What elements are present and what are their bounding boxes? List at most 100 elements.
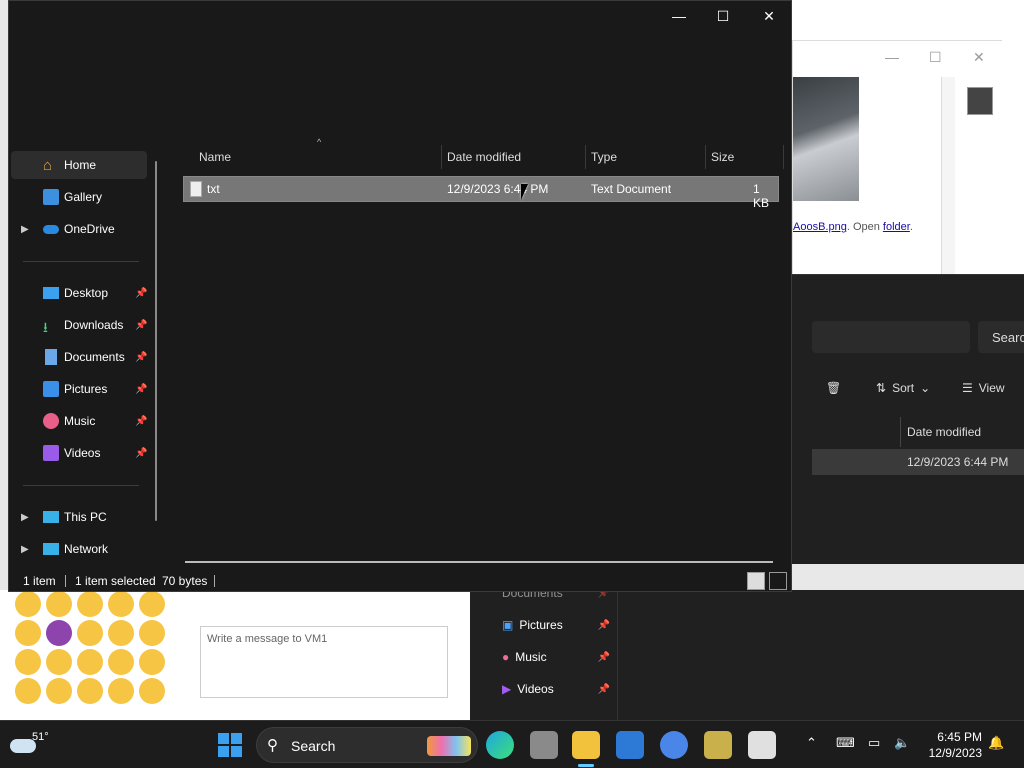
nav-item-videos[interactable]: Videos 📌 [11, 439, 147, 467]
volume-icon[interactable]: 🔈 [894, 735, 910, 751]
minimize-icon[interactable]: — [885, 49, 899, 65]
column-size[interactable]: Size [711, 143, 734, 171]
column-name[interactable]: Name [199, 143, 231, 171]
column-type[interactable]: Type [591, 143, 617, 171]
maximize-button[interactable]: ☐ [703, 5, 743, 29]
emoji-icon[interactable] [108, 591, 134, 617]
horizontal-scrollbar[interactable] [185, 561, 773, 563]
column-date-modified[interactable]: Date modified [447, 143, 521, 171]
chevron-right-icon[interactable]: ▶ [21, 224, 29, 235]
chevron-down-icon: ⌄ [920, 381, 931, 395]
nav-item-home[interactable]: ⌂ Home [11, 151, 147, 179]
chat-message-input[interactable]: Write a message to VM1 [200, 626, 448, 698]
emoji-icon[interactable] [77, 678, 103, 704]
taskbar: 51° ⚲ Search ⌃ ⌨ ▭ 🔈 6:45 PM 12/9/2023 🔔 [0, 720, 1024, 768]
emoji-icon[interactable] [15, 591, 41, 617]
details-view-button[interactable] [747, 572, 765, 590]
start-button[interactable] [218, 733, 242, 757]
navigation-scrollbar[interactable] [155, 161, 157, 521]
image-thumbnail[interactable] [967, 87, 993, 115]
pin-icon[interactable]: 📌 [135, 352, 147, 363]
emoji-icon[interactable] [108, 620, 134, 646]
clock[interactable]: 6:45 PM 12/9/2023 [920, 729, 982, 761]
column-separator[interactable] [783, 145, 784, 169]
maximize-icon[interactable]: ☐ [929, 49, 942, 66]
pin-icon[interactable]: 📌 [135, 288, 147, 299]
background-nav-music[interactable]: ● Music 📌 [502, 650, 610, 664]
sort-button[interactable]: ⇅ Sort ⌄ [876, 381, 930, 395]
chrome-icon[interactable] [660, 731, 688, 759]
emoji-icon[interactable] [77, 591, 103, 617]
nav-item-network[interactable]: ▶ Network [11, 535, 147, 563]
image-file-link[interactable]: AoosB.png [793, 221, 847, 233]
emoji-icon[interactable] [15, 678, 41, 704]
tiles-view-button[interactable] [769, 572, 787, 590]
emoji-icon[interactable] [108, 649, 134, 675]
delete-button[interactable]: 🗑 [826, 381, 841, 395]
file-explorer-icon[interactable] [572, 731, 600, 767]
pictures-icon [43, 381, 59, 397]
keyboard-icon[interactable]: ⌨ [836, 735, 855, 751]
emoji-icon[interactable] [46, 620, 72, 646]
emoji-icon[interactable] [15, 620, 41, 646]
file-row[interactable]: txt 12/9/2023 6:44 PM Text Document 1 KB [183, 176, 779, 210]
chevron-right-icon[interactable]: ▶ [21, 512, 29, 523]
close-icon[interactable]: ✕ [973, 49, 985, 66]
chevron-right-icon[interactable]: ▶ [21, 544, 29, 555]
trash-icon: 🗑 [826, 381, 842, 395]
column-separator[interactable] [705, 145, 706, 169]
title-bar[interactable]: — ☐ ✕ [9, 1, 791, 143]
emoji-icon[interactable] [15, 649, 41, 675]
column-separator[interactable] [585, 145, 586, 169]
background-nav-videos[interactable]: ▶ Videos 📌 [502, 682, 610, 696]
emoji-icon[interactable] [139, 620, 165, 646]
scrollbar[interactable] [941, 77, 955, 277]
chevron-up-icon[interactable]: ⌃ [806, 735, 817, 751]
minimize-button[interactable]: — [659, 5, 699, 29]
status-separator [214, 575, 215, 587]
nav-item-documents[interactable]: Documents 📌 [11, 343, 147, 371]
nav-item-onedrive[interactable]: ▶ OneDrive [11, 215, 147, 243]
text-file-icon [190, 181, 202, 197]
microsoft-store-icon[interactable] [616, 731, 644, 759]
pin-icon[interactable]: 📌 [135, 448, 147, 459]
pin-icon[interactable]: 📌 [135, 384, 147, 395]
background-search-button[interactable]: Searc [978, 321, 1024, 353]
nav-item-gallery[interactable]: Gallery [11, 183, 147, 211]
snipping-tool-icon[interactable] [748, 731, 776, 759]
emoji-icon[interactable] [139, 591, 165, 617]
emoji-icon[interactable] [108, 678, 134, 704]
emoji-icon[interactable] [139, 649, 165, 675]
pin-icon[interactable]: 📌 [135, 416, 147, 427]
nav-item-pictures[interactable]: Pictures 📌 [11, 375, 147, 403]
emoji-icon[interactable] [139, 678, 165, 704]
background-explorer: Searc 🗑 ⇅ Sort ⌄ ☰ View Date modified 12/9/… [792, 274, 1024, 564]
weather-widget[interactable]: 51° [10, 731, 50, 761]
nav-item-desktop[interactable]: Desktop 📌 [11, 279, 147, 307]
background-date-column[interactable]: Date modified [900, 417, 1024, 447]
app-icon[interactable] [704, 731, 732, 759]
task-view-icon[interactable] [530, 731, 558, 759]
taskbar-search[interactable]: ⚲ Search [256, 727, 478, 763]
edge-browser-icon[interactable] [486, 731, 514, 759]
notification-bell-icon[interactable]: 🔔 [988, 735, 1004, 751]
pin-icon[interactable]: 📌 [135, 320, 147, 331]
emoji-icon[interactable] [46, 649, 72, 675]
emoji-icon[interactable] [46, 591, 72, 617]
network-icon[interactable]: ▭ [868, 735, 880, 751]
column-separator[interactable] [441, 145, 442, 169]
close-button[interactable]: ✕ [749, 5, 789, 29]
emoji-picker[interactable] [14, 590, 174, 706]
nav-item-downloads[interactable]: ⭳ Downloads 📌 [11, 311, 147, 339]
folder-link[interactable]: folder [883, 221, 910, 233]
background-nav-pictures[interactable]: ▣ Pictures 📌 [502, 618, 610, 632]
emoji-icon[interactable] [46, 678, 72, 704]
emoji-icon[interactable] [77, 620, 103, 646]
nav-item-this-pc[interactable]: ▶ This PC [11, 503, 147, 531]
pin-icon: 📌 [597, 619, 610, 631]
background-row-date: 12/9/2023 6:44 PM [907, 455, 1009, 469]
background-search-input[interactable] [812, 321, 970, 353]
nav-item-music[interactable]: Music 📌 [11, 407, 147, 435]
view-button[interactable]: ☰ View [962, 381, 1005, 395]
emoji-icon[interactable] [77, 649, 103, 675]
